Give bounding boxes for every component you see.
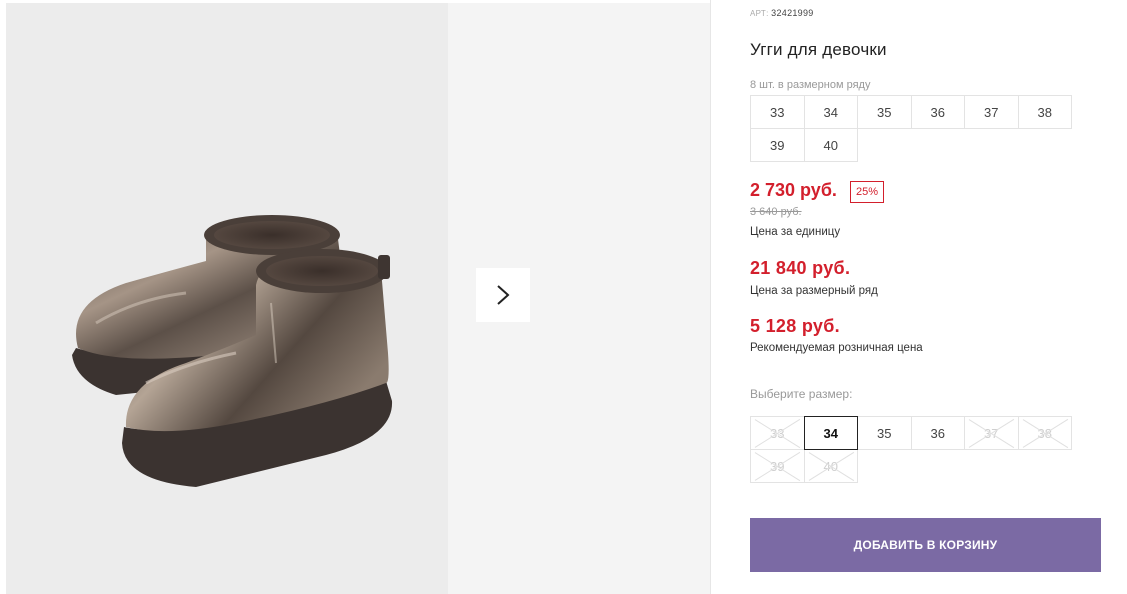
size-option-36[interactable]: 36 bbox=[910, 416, 965, 450]
size-row-caption: 8 шт. в размерном ряду bbox=[750, 79, 871, 91]
size-row-grid: 33 34 35 36 37 38 39 40 bbox=[750, 95, 1072, 162]
size-option-34[interactable]: 34 bbox=[803, 416, 858, 450]
size-row-cell: 33 bbox=[750, 95, 805, 129]
product-gallery bbox=[6, 3, 710, 594]
retail-price-label: Рекомендуемая розничная цена bbox=[750, 342, 923, 354]
current-price: 2 730 руб. bbox=[750, 180, 837, 200]
size-row-cell: 34 bbox=[803, 95, 858, 129]
discount-badge: 25% bbox=[850, 181, 885, 203]
size-option-39: 39 bbox=[750, 449, 805, 483]
next-photo-button[interactable] bbox=[476, 268, 530, 322]
old-price: 3 640 руб. bbox=[750, 206, 802, 218]
column-divider bbox=[710, 0, 711, 594]
size-picker-grid: 33 34 35 36 37 38 39 40 bbox=[750, 416, 1072, 483]
retail-price: 5 128 руб. bbox=[750, 316, 840, 336]
size-row-cell: 35 bbox=[857, 95, 912, 129]
size-picker-caption: Выберите размер: bbox=[750, 387, 853, 401]
article-number: АРТ: 32421999 bbox=[750, 8, 814, 18]
size-row-cell: 39 bbox=[750, 128, 805, 162]
boots-image bbox=[72, 215, 393, 487]
product-photo[interactable] bbox=[6, 3, 448, 594]
product-title: Угги для девочки bbox=[750, 40, 887, 59]
size-row-cell: 36 bbox=[910, 95, 965, 129]
size-option-33: 33 bbox=[750, 416, 805, 450]
size-option-40: 40 bbox=[803, 449, 858, 483]
add-to-cart-button[interactable]: ДОБАВИТЬ В КОРЗИНУ bbox=[750, 518, 1101, 572]
row-price-label: Цена за размерный ряд bbox=[750, 285, 878, 297]
size-row-cell: 40 bbox=[803, 128, 858, 162]
row-total-price: 21 840 руб. bbox=[750, 258, 851, 278]
size-option-35[interactable]: 35 bbox=[857, 416, 912, 450]
chevron-right-icon bbox=[497, 285, 510, 305]
article-label: АРТ: bbox=[750, 9, 769, 18]
size-row-cell: 37 bbox=[964, 95, 1019, 129]
unit-price-label: Цена за единицу bbox=[750, 226, 841, 238]
product-info: АРТ: 32421999 Угги для девочки 8 шт. в р… bbox=[750, 0, 1102, 594]
size-row-cell: 38 bbox=[1017, 95, 1072, 129]
size-option-37: 37 bbox=[964, 416, 1019, 450]
size-option-38: 38 bbox=[1017, 416, 1072, 450]
article-value: 32421999 bbox=[771, 8, 814, 18]
